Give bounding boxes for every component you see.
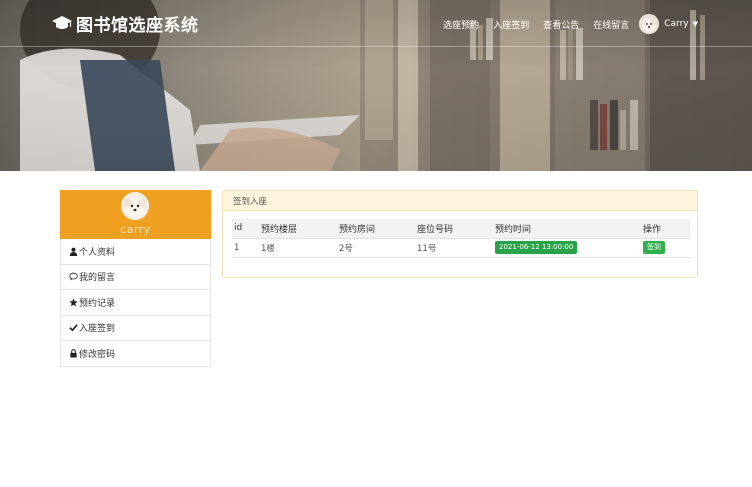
reservation-table: id 预约楼层 预约房间 座位号码 预约时间 操作 1 1楼 2号 11号 20… bbox=[232, 219, 690, 258]
sidebar-item-label: 个人资料 bbox=[79, 247, 116, 258]
panel-title: 签到入座 bbox=[233, 196, 268, 207]
sidebar-menu: 个人资料 我的留言 预约记录 入座签到 修改密码 bbox=[60, 239, 211, 367]
user-avatar[interactable] bbox=[639, 14, 660, 34]
sidebar-item-messages[interactable]: 我的留言 bbox=[60, 264, 211, 290]
sign-in-button[interactable]: 签到 bbox=[643, 241, 665, 254]
sidebar-item-label: 修改密码 bbox=[79, 349, 116, 360]
cell-id: 1 bbox=[232, 238, 259, 258]
column-header-action: 操作 bbox=[641, 219, 690, 239]
header-banner: 图书馆选座系统 选座预约 入座签到 查看公告 在线留言 Carry ▼ bbox=[0, 0, 752, 171]
profile-avatar bbox=[121, 192, 149, 220]
nav-messages[interactable]: 在线留言 bbox=[593, 18, 629, 31]
panel-heading: 签到入座 bbox=[223, 191, 697, 211]
dog-avatar-icon bbox=[639, 14, 660, 34]
column-header-room: 预约房间 bbox=[337, 219, 415, 239]
user-name[interactable]: Carry bbox=[664, 19, 688, 29]
sidebar-item-check-in[interactable]: 入座签到 bbox=[60, 315, 211, 341]
column-header-floor: 预约楼层 bbox=[259, 219, 337, 239]
nav-announcements[interactable]: 查看公告 bbox=[543, 18, 579, 31]
dog-avatar-icon bbox=[121, 192, 149, 220]
table-row: 1 1楼 2号 11号 2021-06-12 13:00:00 签到 bbox=[232, 238, 690, 258]
cell-seat: 11号 bbox=[415, 238, 493, 258]
sidebar-item-label: 预约记录 bbox=[79, 298, 116, 309]
star-icon bbox=[69, 298, 78, 307]
main-nav: 选座预约 入座签到 查看公告 在线留言 Carry ▼ bbox=[429, 14, 698, 34]
cell-floor: 1楼 bbox=[259, 238, 337, 258]
cell-action: 签到 bbox=[641, 238, 690, 258]
chevron-down-icon[interactable]: ▼ bbox=[693, 20, 698, 28]
brand-title: 图书馆选座系统 bbox=[76, 15, 199, 36]
sidebar-item-label: 入座签到 bbox=[79, 324, 116, 335]
profile-card: carry bbox=[60, 190, 211, 239]
brand[interactable]: 图书馆选座系统 bbox=[52, 11, 199, 36]
sidebar: carry 个人资料 我的留言 预约记录 入座签到 修改密码 bbox=[60, 190, 211, 367]
graduation-cap-icon bbox=[52, 16, 72, 29]
cell-time: 2021-06-12 13:00:00 bbox=[493, 238, 641, 258]
sidebar-item-records[interactable]: 预约记录 bbox=[60, 290, 211, 316]
comment-icon bbox=[69, 272, 78, 281]
sidebar-item-password[interactable]: 修改密码 bbox=[60, 341, 211, 367]
check-icon bbox=[69, 324, 78, 332]
table-header-row: id 预约楼层 预约房间 座位号码 预约时间 操作 bbox=[232, 219, 690, 239]
nav-check-in[interactable]: 入座签到 bbox=[493, 18, 529, 31]
user-icon bbox=[69, 247, 78, 256]
nav-seat-reservation[interactable]: 选座预约 bbox=[443, 18, 479, 31]
reservation-time-badge: 2021-06-12 13:00:00 bbox=[495, 241, 578, 254]
check-in-panel: 签到入座 id 预约楼层 预约房间 座位号码 预约时间 操作 1 1楼 2号 1… bbox=[222, 190, 698, 278]
cell-room: 2号 bbox=[337, 238, 415, 258]
lock-icon bbox=[70, 348, 77, 358]
top-navbar: 图书馆选座系统 选座预约 入座签到 查看公告 在线留言 Carry ▼ bbox=[0, 0, 752, 47]
column-header-seat: 座位号码 bbox=[415, 219, 493, 239]
sidebar-item-profile[interactable]: 个人资料 bbox=[60, 239, 211, 265]
column-header-time: 预约时间 bbox=[493, 219, 641, 239]
profile-name: carry bbox=[120, 223, 151, 236]
column-header-id: id bbox=[232, 219, 259, 239]
sidebar-item-label: 我的留言 bbox=[79, 273, 116, 284]
